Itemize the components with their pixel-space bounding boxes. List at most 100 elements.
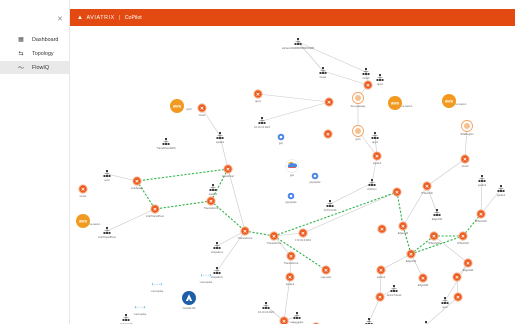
node-label: 10.8.0.0/16 bbox=[324, 208, 338, 212]
aws-badge: aws bbox=[173, 104, 182, 109]
gcpbadge-node[interactable]: gcpspoke bbox=[309, 172, 321, 184]
topology-link bbox=[201, 107, 221, 137]
subnet-node[interactable]: 10.10.10.0/24 bbox=[258, 302, 274, 314]
vnet-node[interactable]: ‹···›vnet-spoke bbox=[200, 272, 213, 284]
topology-canvas[interactable]: subnet-01fd6f0b5f69bb5d8b zone1 zone2 ✕ app1… bbox=[70, 26, 515, 324]
vnet-node[interactable]: ‹···›vnet-spoke bbox=[134, 304, 147, 316]
subnet-node[interactable]: 10.10.10.0/24 bbox=[254, 117, 270, 129]
subnet-node[interactable]: zone2 bbox=[362, 68, 370, 80]
svg-text:✕: ✕ bbox=[455, 275, 459, 281]
subnet-node[interactable]: vpc1 bbox=[441, 297, 449, 309]
node-label: EdgeGW bbox=[398, 231, 409, 235]
aws-node[interactable]: aws vpc2 bbox=[170, 99, 192, 113]
node-label: zone1 bbox=[319, 75, 327, 79]
node-label: zone1 bbox=[198, 113, 206, 117]
gw-node[interactable]: ✕IPSecGW bbox=[421, 181, 433, 195]
gcpcloud-node[interactable]: gcp bbox=[285, 159, 299, 178]
gw-node[interactable]: ✕LinkTransitPeer bbox=[146, 204, 164, 218]
aws-node[interactable]: awsus-west-1 bbox=[76, 214, 101, 228]
subnet-node[interactable]: vpc2 bbox=[103, 170, 111, 182]
subnet-node[interactable]: subnet-01fd6f0b5f69bb5d8b bbox=[282, 38, 315, 50]
svg-text:✕: ✕ bbox=[380, 227, 384, 233]
gw-node[interactable]: ✕ bbox=[363, 80, 373, 90]
gw-node[interactable]: ✕zone2 bbox=[460, 154, 470, 168]
gw-node[interactable]: ✕TransitAzure bbox=[204, 196, 219, 210]
subnet-node[interactable]: AzureTransit bbox=[387, 285, 402, 297]
sun-node[interactable]: vpc1 bbox=[352, 125, 364, 142]
node-label: spoke1 bbox=[497, 193, 506, 197]
sidebar-item-topology[interactable]: ⇆ Topology bbox=[0, 47, 69, 60]
gw-node[interactable]: ✕EdgeGW bbox=[418, 273, 429, 287]
sun-node[interactable]: dev-gateway bbox=[351, 92, 366, 109]
gw-node[interactable]: ✕ bbox=[279, 316, 289, 324]
gcpbadge-node[interactable]: gcp bbox=[277, 133, 285, 145]
svg-text:‹···›: ‹···› bbox=[135, 304, 146, 311]
gw-node[interactable]: ✕ bbox=[324, 97, 334, 107]
aws-node[interactable]: awsus-west-1 bbox=[442, 94, 467, 108]
gw-node[interactable]: ✕ bbox=[452, 272, 462, 282]
topology-link bbox=[106, 208, 156, 232]
svg-text:✕: ✕ bbox=[289, 254, 293, 260]
gw-node[interactable]: ✕vgw-peer bbox=[321, 265, 332, 279]
gw-node[interactable]: ✕IPSecGW bbox=[457, 231, 469, 245]
aws-node[interactable]: awsus-west-1 bbox=[388, 96, 413, 110]
gw-node[interactable]: ✕spoke2 bbox=[372, 151, 382, 165]
node-label: LinkSpoke bbox=[131, 186, 144, 190]
gw-node[interactable]: ✕EdgeGW bbox=[463, 258, 474, 272]
gw-node[interactable]: ✕ bbox=[323, 129, 333, 139]
gw-node[interactable]: ✕EdgeGW bbox=[406, 249, 417, 263]
node-label: app1 bbox=[372, 140, 378, 144]
dashboard-icon: ▦ bbox=[18, 37, 24, 43]
gw-node[interactable]: ✕ bbox=[392, 187, 402, 197]
node-label: zone1 bbox=[79, 194, 87, 198]
subnet-node[interactable]: spoke1 bbox=[216, 132, 225, 144]
subnet-node[interactable]: LinkTransitPeer bbox=[98, 227, 116, 239]
gw-node[interactable]: ✕AzurePeer bbox=[222, 164, 234, 178]
node-label: TransitAzure bbox=[238, 236, 253, 240]
sidebar-item-flowiq[interactable]: 〜 FlowIQ bbox=[0, 61, 69, 74]
subnet-node[interactable]: azspoke-b bbox=[211, 267, 224, 279]
gw-node[interactable]: ✕EdgeGW bbox=[398, 221, 409, 235]
subnet-node[interactable]: OnPrem bbox=[367, 179, 377, 191]
flow-link bbox=[396, 191, 404, 227]
gcpbadge-node[interactable]: gcpspoke bbox=[285, 192, 297, 204]
svg-text:‹···›: ‹···› bbox=[201, 272, 212, 279]
node-label: gcpspoke bbox=[309, 180, 321, 184]
subnet-node[interactable]: zone1 bbox=[319, 67, 327, 79]
subnet-node[interactable]: EdgeGW bbox=[432, 209, 443, 221]
subnet-node[interactable]: spoke1 bbox=[497, 185, 506, 197]
node-label: azspoke-a bbox=[211, 250, 224, 254]
gw-node[interactable]: ✕zone1 bbox=[78, 184, 88, 198]
sidebar: ✕ ▦ Dashboard ⇆ Topology 〜 FlowIQ bbox=[0, 0, 70, 324]
subnet-node[interactable]: spoke2 bbox=[478, 175, 487, 187]
gw-node[interactable]: ✕zone1 bbox=[197, 103, 207, 117]
svg-text:✕: ✕ bbox=[479, 212, 483, 218]
gw-node[interactable]: ✕ bbox=[377, 224, 387, 234]
gw-node[interactable]: ✕app1 bbox=[253, 89, 263, 103]
node-label: spoke1 bbox=[377, 275, 386, 279]
close-icon[interactable]: ✕ bbox=[57, 15, 63, 23]
topology-link bbox=[426, 296, 459, 324]
sun-node[interactable]: SFERegion bbox=[460, 120, 474, 137]
gw-node[interactable]: ✕spoke1 bbox=[376, 265, 386, 279]
sidebar-item-dashboard[interactable]: ▦ Dashboard bbox=[0, 33, 69, 46]
gw-node[interactable]: ✕TransitAzure bbox=[284, 251, 299, 265]
gw-node[interactable]: ✕ bbox=[453, 292, 463, 302]
gw-node[interactable]: ✕ bbox=[375, 292, 385, 302]
vnet-node[interactable]: ‹···›vnet-spoke bbox=[151, 281, 164, 293]
svg-text:✕: ✕ bbox=[226, 167, 230, 173]
subnet-node[interactable]: spoke1 bbox=[209, 184, 218, 196]
subnet-node[interactable]: app1 bbox=[371, 132, 379, 144]
gw-node[interactable]: ✕IPSecGW bbox=[475, 209, 487, 223]
gw-node[interactable]: ✕LinkSpoke bbox=[131, 176, 144, 190]
subnet-node[interactable]: 10.8.0.0/16 bbox=[120, 314, 134, 324]
subnet-node[interactable]: app1 bbox=[376, 74, 384, 86]
gw-node[interactable]: ✕172.31.0.0/16 bbox=[295, 228, 311, 242]
topology-graph[interactable]: subnet-01fd6f0b5f69bb5d8bzone1 zone2✕ app1… bbox=[70, 26, 515, 324]
subnet-node[interactable]: TransitPeerAWS bbox=[156, 138, 176, 150]
gw-node[interactable]: ✕spoke2 bbox=[285, 272, 295, 286]
node-label: gcp bbox=[279, 142, 284, 145]
node-label: spoke1 bbox=[216, 140, 225, 144]
node-label: gcpspoke bbox=[285, 200, 297, 204]
azure-node[interactable]: Central-US bbox=[182, 291, 196, 310]
